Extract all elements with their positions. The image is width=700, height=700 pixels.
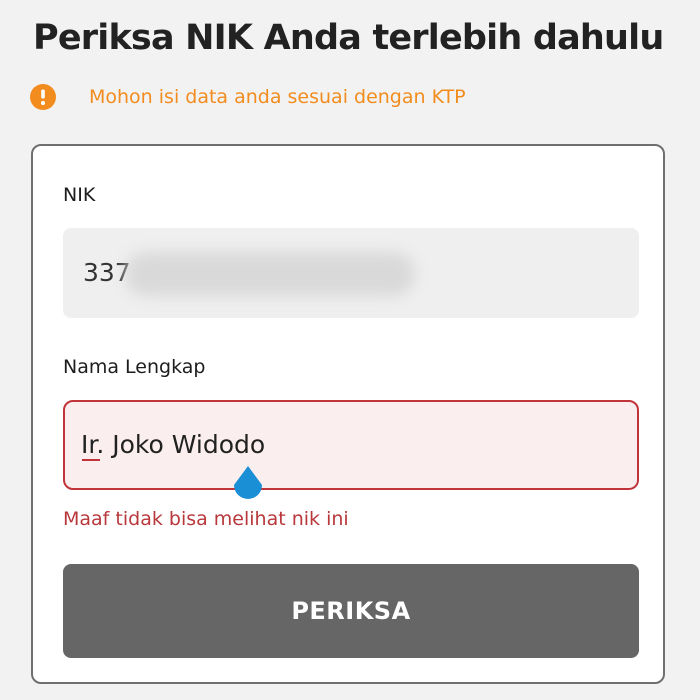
name-error-message: Maaf tidak bisa melihat nik ini (63, 508, 349, 530)
notice-banner: Mohon isi data anda sesuai dengan KTP (30, 82, 466, 112)
nik-redaction-blur (125, 252, 415, 296)
notice-text: Mohon isi data anda sesuai dengan KTP (89, 86, 466, 108)
periksa-button[interactable]: PERIKSA (63, 564, 639, 658)
full-name-input[interactable]: Ir. Joko Widodo (63, 400, 639, 490)
text-cursor-handle-icon[interactable] (229, 466, 267, 504)
spellcheck-underline (82, 459, 100, 461)
nik-input[interactable]: 337 (63, 228, 639, 318)
info-icon (30, 84, 56, 110)
page-title: Periksa NIK Anda terlebih dahulu (33, 18, 664, 58)
nik-check-card: NIK 337 Nama Lengkap Ir. Joko Widodo Maa… (31, 144, 665, 684)
nik-value: 337 (83, 258, 131, 287)
full-name-label: Nama Lengkap (63, 356, 206, 378)
nik-label: NIK (63, 184, 96, 206)
